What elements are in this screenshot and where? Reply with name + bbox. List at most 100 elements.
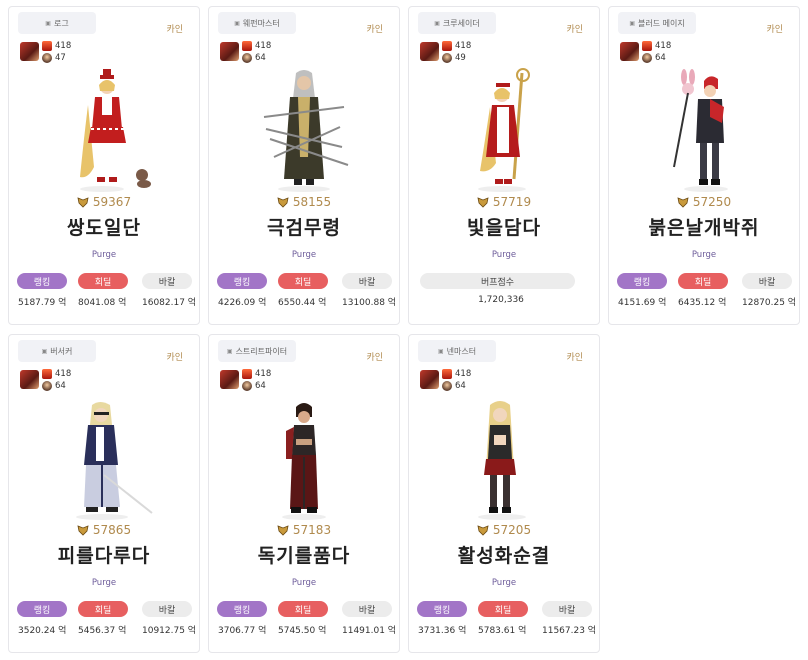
value-row: 3520.24 억 5456.37 억 10912.75 억 xyxy=(17,623,197,637)
rank-value: 3706.77 억 xyxy=(218,626,267,636)
rank-tag[interactable]: 랭킹 xyxy=(417,601,467,617)
character-name[interactable]: 빛을담다 xyxy=(409,213,599,240)
rank-value: 3520.24 억 xyxy=(18,626,67,636)
fame-icon xyxy=(42,53,52,63)
heal-tag[interactable]: 회딜 xyxy=(478,601,528,617)
level-icon xyxy=(42,41,52,51)
fame-stat: 64 xyxy=(242,52,266,64)
character-name[interactable]: 쌍도일단 xyxy=(9,213,199,240)
combat-power: 57250 xyxy=(609,195,799,209)
power-icon xyxy=(677,196,689,208)
power-icon xyxy=(477,524,489,536)
rank-value: 5187.79 억 xyxy=(18,298,67,308)
level-stat: 418 xyxy=(642,40,671,52)
character-sprite xyxy=(80,69,151,192)
tag-row: 랭킹 회딜 바칼 xyxy=(17,601,192,618)
job-icon: ▣ xyxy=(234,19,240,27)
character-sprite xyxy=(478,401,526,520)
power-icon xyxy=(77,524,89,536)
bakal-tag[interactable]: 바칼 xyxy=(142,601,192,617)
character-name[interactable]: 독기를품다 xyxy=(209,541,399,568)
fame-icon xyxy=(242,53,252,63)
bakal-tag[interactable]: 바칼 xyxy=(342,273,392,289)
server-name: 카인 xyxy=(366,353,383,363)
buff-score-tag[interactable]: 버프점수 xyxy=(420,273,575,289)
heal-tag[interactable]: 회딜 xyxy=(278,601,328,617)
character-name[interactable]: 극검무령 xyxy=(209,213,399,240)
guild-name[interactable]: Purge xyxy=(409,578,599,588)
job-badge: ▣ 웨펀마스터 xyxy=(218,12,296,34)
guild-name[interactable]: Purge xyxy=(9,578,199,588)
bakal-value: 16082.17 억 xyxy=(142,298,197,308)
bakal-value: 12870.25 억 xyxy=(742,298,797,308)
heal-value: 6435.12 억 xyxy=(678,298,727,308)
fame-icon xyxy=(642,53,652,63)
fame-icon xyxy=(242,381,252,391)
fame-icon xyxy=(42,381,52,391)
level-icon xyxy=(242,41,252,51)
bakal-tag[interactable]: 바칼 xyxy=(542,601,592,617)
rank-tag[interactable]: 랭킹 xyxy=(17,273,67,289)
guild-name[interactable]: Purge xyxy=(609,250,799,260)
bakal-value: 10912.75 억 xyxy=(142,626,197,636)
bakal-tag[interactable]: 바칼 xyxy=(142,273,192,289)
job-icon: ▣ xyxy=(226,347,233,355)
heal-tag[interactable]: 회딜 xyxy=(278,273,328,289)
character-sprite xyxy=(673,69,728,192)
level-icon xyxy=(242,369,252,379)
rank-value: 4151.69 억 xyxy=(618,298,667,308)
combat-power: 57719 xyxy=(409,195,599,209)
fame-icon xyxy=(442,381,452,391)
character-name[interactable]: 피를다루다 xyxy=(9,541,199,568)
character-card[interactable]: ▣ 블러드 메이지 카인 418 64 57250 붉은날개박쥐 Purge 랭킹… xyxy=(608,6,800,325)
value-row: 5187.79 억 8041.08 억 16082.17 억 xyxy=(17,295,197,309)
job-icon: ▣ xyxy=(629,19,635,27)
job-badge: ▣ 버서커 xyxy=(18,340,96,362)
character-name[interactable]: 붉은날개박쥐 xyxy=(609,213,799,240)
level-stat: 418 xyxy=(442,40,471,52)
combat-power: 59367 xyxy=(9,195,199,209)
fame-stat: 49 xyxy=(442,52,466,64)
rank-tag[interactable]: 랭킹 xyxy=(217,601,267,617)
server-name: 카인 xyxy=(366,25,383,35)
rank-tag[interactable]: 랭킹 xyxy=(617,273,667,289)
heal-tag[interactable]: 회딜 xyxy=(78,601,128,617)
bakal-tag[interactable]: 바칼 xyxy=(742,273,792,289)
tag-row: 랭킹 회딜 바칼 xyxy=(17,273,192,290)
character-card[interactable]: ▣ 로그 카인 418 47 59367 쌍도일단 Purge 랭킹 회딜 바칼 … xyxy=(8,6,200,325)
job-icon: ▣ xyxy=(41,347,48,355)
level-icon xyxy=(442,41,452,51)
bakal-value: 11567.23 억 xyxy=(542,626,597,636)
character-card[interactable]: ▣ 버서커 카인 418 64 57865 피를다루다 Purge 랭킹 회딜 바… xyxy=(8,334,200,653)
rank-tag[interactable]: 랭킹 xyxy=(217,273,267,289)
avatar xyxy=(20,370,39,389)
power-icon xyxy=(77,196,89,208)
bakal-tag[interactable]: 바칼 xyxy=(342,601,392,617)
rank-value: 3731.36 억 xyxy=(418,626,467,636)
bakal-value: 13100.88 억 xyxy=(342,298,397,308)
guild-name[interactable]: Purge xyxy=(209,250,399,260)
guild-name[interactable]: Purge xyxy=(209,578,399,588)
rank-tag[interactable]: 랭킹 xyxy=(17,601,67,617)
character-card[interactable]: ▣ 넨마스터 카인 418 64 57205 활성화순결 Purge 랭킹 회딜 … xyxy=(408,334,600,653)
fame-stat: 64 xyxy=(442,380,466,392)
level-stat: 418 xyxy=(42,40,71,52)
combat-power: 58155 xyxy=(209,195,399,209)
server-name: 카인 xyxy=(566,25,583,35)
character-card[interactable]: ▣ 크루세이더 카인 418 49 57719 빛을담다 Purge 버프점수 1… xyxy=(408,6,600,325)
combat-power: 57183 xyxy=(209,523,399,537)
level-icon xyxy=(42,369,52,379)
job-badge: ▣ 스트리트파이터 xyxy=(218,340,296,362)
server-name: 카인 xyxy=(766,25,783,35)
rank-value: 4226.09 억 xyxy=(218,298,267,308)
value-row: 1,720,336 xyxy=(417,295,595,309)
guild-name[interactable]: Purge xyxy=(9,250,199,260)
character-card[interactable]: ▣ 웨펀마스터 카인 418 64 58155 극검무령 Purge 랭킹 회딜 … xyxy=(208,6,400,325)
heal-tag[interactable]: 회딜 xyxy=(678,273,728,289)
character-name[interactable]: 활성화순결 xyxy=(409,541,599,568)
fame-icon xyxy=(442,53,452,63)
guild-name[interactable]: Purge xyxy=(409,250,599,260)
character-card[interactable]: ▣ 스트리트파이터 카인 418 64 57183 독기를품다 Purge 랭킹 … xyxy=(208,334,400,653)
heal-tag[interactable]: 회딜 xyxy=(78,273,128,289)
job-icon: ▣ xyxy=(437,347,444,355)
